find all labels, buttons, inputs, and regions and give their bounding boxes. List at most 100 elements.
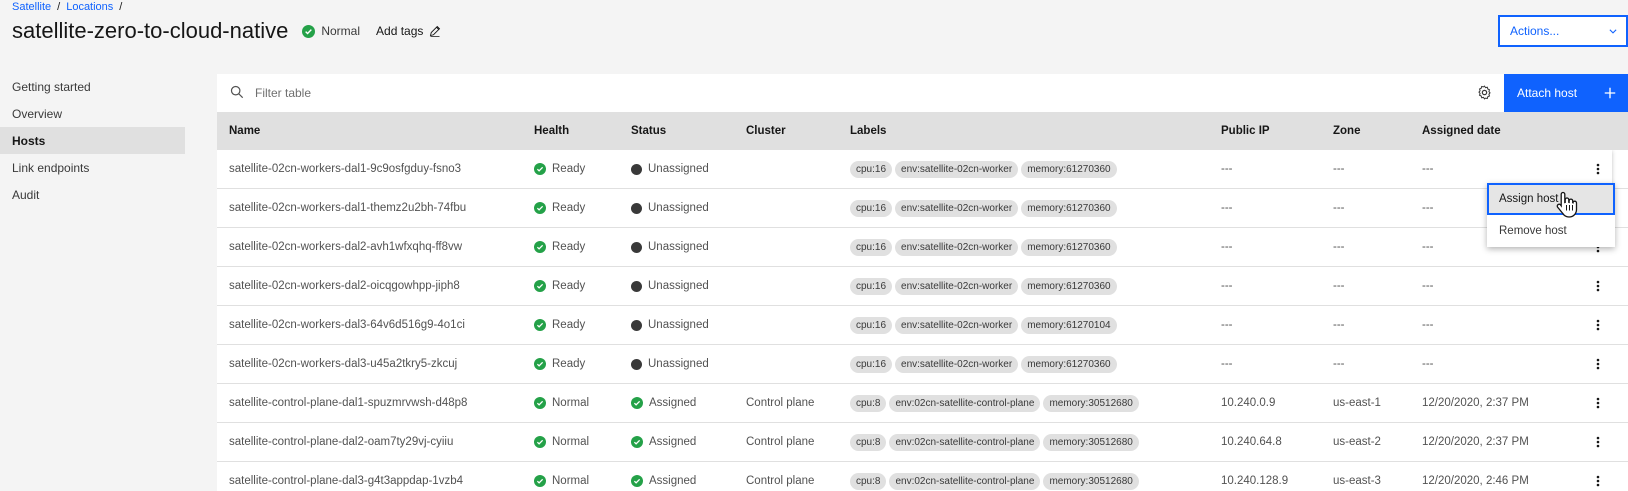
assigned-date-cell: 12/20/2020, 2:46 PM bbox=[1422, 475, 1529, 487]
remove-host-menu-item[interactable]: Remove host bbox=[1487, 215, 1615, 247]
label-tag: cpu:8 bbox=[850, 472, 887, 490]
status-cell: Assigned bbox=[619, 462, 734, 491]
breadcrumb-locations-link[interactable]: Locations bbox=[66, 1, 113, 13]
assign-host-menu-item[interactable]: Assign host bbox=[1487, 183, 1615, 215]
column-header-status[interactable]: Status bbox=[619, 112, 734, 150]
sidebar-item-link-endpoints[interactable]: Link endpoints bbox=[0, 154, 185, 181]
sidebar-item-hosts[interactable]: Hosts bbox=[0, 127, 185, 154]
table-row[interactable]: satellite-02cn-workers-dal1-themz2u2bh-7… bbox=[217, 188, 1628, 228]
status-text: Unassigned bbox=[648, 202, 709, 214]
host-name: satellite-control-plane-dal3-g4t3appdap-… bbox=[229, 475, 463, 487]
page-header: satellite-zero-to-cloud-native Normal Ad… bbox=[12, 17, 441, 45]
status-text: Assigned bbox=[649, 436, 697, 448]
table-header-row: Name Health Status Cluster Labels Public… bbox=[217, 112, 1628, 150]
health-text: Normal bbox=[552, 475, 590, 487]
row-overflow-button[interactable] bbox=[1584, 384, 1612, 422]
status-text: Unassigned bbox=[648, 358, 709, 370]
health-cell: Ready bbox=[522, 189, 619, 228]
zone-cell: us-east-2 bbox=[1333, 436, 1381, 448]
checkmark-circle-icon bbox=[534, 163, 546, 175]
filter-table-input[interactable] bbox=[247, 74, 1347, 112]
table-row[interactable]: satellite-control-plane-dal2-oam7ty29vj-… bbox=[217, 422, 1628, 462]
health-text: Normal bbox=[552, 397, 590, 409]
gear-icon[interactable] bbox=[1477, 85, 1492, 100]
breadcrumb-satellite-link[interactable]: Satellite bbox=[12, 1, 51, 13]
assigned-date-cell: --- bbox=[1422, 319, 1434, 331]
column-header-name[interactable]: Name bbox=[217, 112, 522, 150]
status-dot-icon bbox=[631, 319, 642, 331]
row-overflow-button[interactable] bbox=[1584, 267, 1612, 305]
label-tag: env:satellite-02cn-worker bbox=[895, 277, 1019, 295]
search-icon bbox=[230, 85, 244, 99]
table-row[interactable]: satellite-02cn-workers-dal1-9c9osfgduy-f… bbox=[217, 150, 1628, 189]
zone-cell: --- bbox=[1333, 163, 1345, 175]
status-text: Unassigned bbox=[648, 241, 709, 253]
cluster-cell: Control plane bbox=[746, 436, 815, 448]
health-cell: Normal bbox=[522, 384, 619, 423]
public-ip-cell: --- bbox=[1221, 163, 1233, 175]
label-tag: cpu:16 bbox=[850, 160, 893, 178]
column-header-assigned-date[interactable]: Assigned date bbox=[1410, 112, 1584, 150]
status-cell: Unassigned bbox=[619, 267, 734, 306]
label-tag: memory:61270360 bbox=[1021, 277, 1117, 295]
cluster-cell bbox=[734, 228, 838, 267]
table-row[interactable]: satellite-02cn-workers-dal2-oicqgowhpp-j… bbox=[217, 266, 1628, 306]
sidebar-item-audit[interactable]: Audit bbox=[0, 181, 185, 208]
checkmark-circle-icon bbox=[631, 397, 643, 409]
host-name: satellite-02cn-workers-dal1-themz2u2bh-7… bbox=[229, 202, 467, 214]
checkmark-circle-icon bbox=[534, 319, 546, 331]
column-header-health[interactable]: Health bbox=[522, 112, 619, 150]
zone-cell: --- bbox=[1333, 280, 1345, 292]
label-tag: memory:61270360 bbox=[1021, 160, 1117, 178]
checkmark-circle-icon bbox=[534, 397, 546, 409]
row-overflow-button[interactable] bbox=[1584, 306, 1612, 344]
label-tag: cpu:16 bbox=[850, 238, 893, 256]
host-name: satellite-02cn-workers-dal3-64v6d516g9-4… bbox=[229, 319, 465, 331]
breadcrumb: Satellite / Locations / bbox=[12, 1, 122, 13]
zone-cell: --- bbox=[1333, 202, 1345, 214]
chevron-down-icon bbox=[1609, 29, 1617, 34]
health-cell: Ready bbox=[522, 306, 619, 345]
label-tag: cpu:16 bbox=[850, 355, 893, 373]
host-name: satellite-control-plane-dal2-oam7ty29vj-… bbox=[229, 436, 454, 448]
actions-dropdown[interactable]: Actions... bbox=[1498, 15, 1628, 47]
plus-icon bbox=[1604, 87, 1616, 99]
row-overflow-button[interactable] bbox=[1584, 345, 1612, 383]
label-tag: env:02cn-satellite-control-plane bbox=[889, 433, 1041, 451]
status-text: Unassigned bbox=[648, 163, 709, 175]
column-header-cluster[interactable]: Cluster bbox=[734, 112, 838, 150]
status-cell: Unassigned bbox=[619, 228, 734, 267]
row-overflow-button[interactable] bbox=[1584, 423, 1612, 461]
sidebar-item-overview[interactable]: Overview bbox=[0, 100, 185, 127]
labels-cell: cpu:8 env:02cn-satellite-control-plane mem… bbox=[838, 462, 1209, 491]
label-tag: cpu:8 bbox=[850, 433, 887, 451]
table-row[interactable]: satellite-02cn-workers-dal3-64v6d516g9-4… bbox=[217, 305, 1628, 345]
add-tags-button[interactable]: Add tags bbox=[376, 24, 441, 38]
health-text: Ready bbox=[552, 280, 586, 292]
cluster-cell bbox=[734, 267, 838, 306]
column-header-actions bbox=[1584, 112, 1628, 150]
cluster-cell bbox=[734, 189, 838, 228]
overflow-menu-icon bbox=[1596, 475, 1600, 487]
column-header-public-ip[interactable]: Public IP bbox=[1209, 112, 1321, 150]
row-actions-cell bbox=[1584, 306, 1628, 345]
sidebar-item-getting-started[interactable]: Getting started bbox=[0, 73, 185, 100]
row-overflow-button[interactable] bbox=[1584, 462, 1612, 491]
status-cell: Unassigned bbox=[619, 345, 734, 384]
label-tag: memory:61270360 bbox=[1021, 199, 1117, 217]
cluster-cell bbox=[734, 306, 838, 345]
attach-host-button[interactable]: Attach host bbox=[1504, 74, 1628, 112]
label-tag: cpu:16 bbox=[850, 199, 893, 217]
column-header-zone[interactable]: Zone bbox=[1321, 112, 1410, 150]
table-row[interactable]: satellite-control-plane-dal1-spuzmrvwsh-… bbox=[217, 383, 1628, 423]
table-row[interactable]: satellite-02cn-workers-dal3-u45a2tkry5-z… bbox=[217, 344, 1628, 384]
row-actions-cell bbox=[1584, 462, 1628, 491]
host-name: satellite-02cn-workers-dal3-u45a2tkry5-z… bbox=[229, 358, 458, 370]
checkmark-circle-icon bbox=[534, 436, 546, 448]
table-row[interactable]: satellite-02cn-workers-dal2-avh1wfxqhq-f… bbox=[217, 227, 1628, 267]
checkmark-circle-icon bbox=[534, 241, 546, 253]
table-row[interactable]: satellite-control-plane-dal3-g4t3appdap-… bbox=[217, 461, 1628, 491]
column-header-labels[interactable]: Labels bbox=[838, 112, 1209, 150]
label-tag: env:satellite-02cn-worker bbox=[895, 199, 1019, 217]
attach-host-label: Attach host bbox=[1517, 86, 1578, 100]
